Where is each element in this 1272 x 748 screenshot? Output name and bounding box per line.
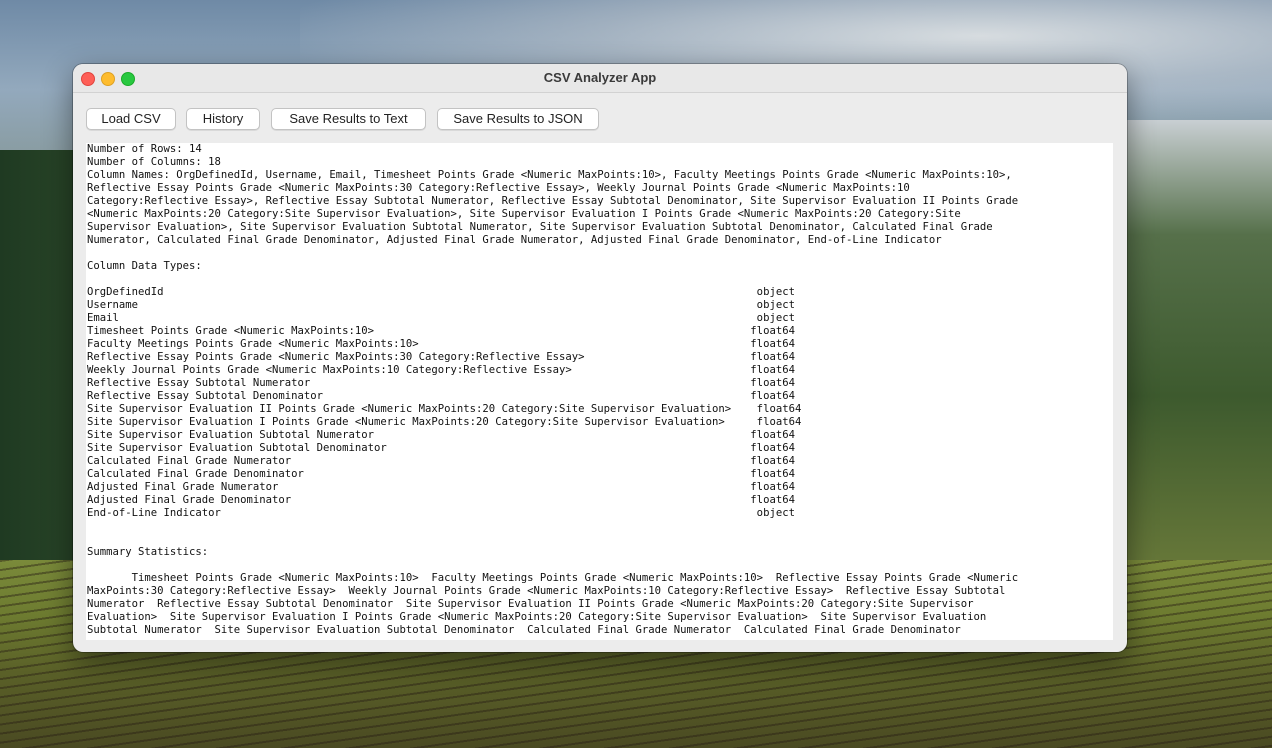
save-results-json-button[interactable]: Save Results to JSON — [437, 108, 599, 130]
history-button[interactable]: History — [186, 108, 260, 130]
load-csv-button[interactable]: Load CSV — [86, 108, 176, 130]
window-title: CSV Analyzer App — [543, 70, 657, 85]
results-text: Number of Rows: 14 Number of Columns: 18… — [87, 143, 1019, 636]
desktop-wallpaper-hills — [1127, 120, 1272, 580]
app-window: CSV Analyzer App Load CSV History Save R… — [73, 64, 1127, 652]
results-text-area[interactable]: Number of Rows: 14 Number of Columns: 18… — [86, 143, 1113, 640]
title-bar[interactable]: CSV Analyzer App — [73, 64, 1127, 93]
save-results-text-button[interactable]: Save Results to Text — [271, 108, 426, 130]
